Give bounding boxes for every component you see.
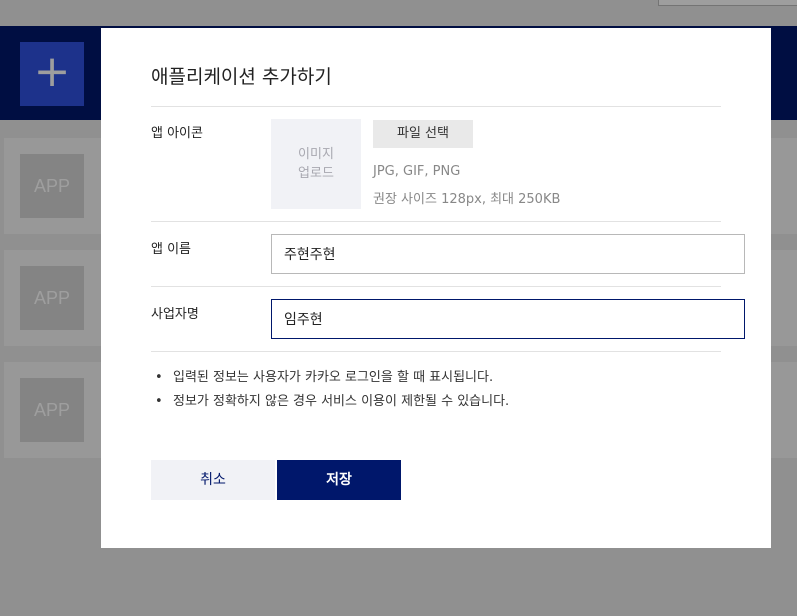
app-name-input[interactable]: [271, 234, 745, 274]
file-select-button[interactable]: 파일 선택: [373, 120, 473, 148]
notice-item: 정보가 정확하지 않은 경우 서비스 이용이 제한될 수 있습니다.: [151, 390, 509, 414]
notice-item: 입력된 정보는 사용자가 카카오 로그인을 할 때 표시됩니다.: [151, 366, 509, 390]
placeholder-line: 업로드: [298, 166, 334, 181]
divider: [151, 106, 721, 107]
add-application-dialog: 애플리케이션 추가하기 앱 아이콘 이미지 업로드 파일 선택 JPG, GIF…: [101, 28, 771, 548]
placeholder-line: 이미지: [298, 147, 334, 162]
app-name-label: 앱 이름: [151, 242, 192, 257]
app-icon-label: 앱 아이콘: [151, 126, 203, 141]
cancel-button[interactable]: 취소: [151, 460, 275, 500]
company-name-label: 사업자명: [151, 307, 199, 322]
icon-upload-placeholder[interactable]: 이미지 업로드: [271, 119, 361, 209]
size-hint: 권장 사이즈 128px, 최대 250KB: [373, 192, 561, 207]
divider: [151, 286, 721, 287]
notice-list: 입력된 정보는 사용자가 카카오 로그인을 할 때 표시됩니다. 정보가 정확하…: [151, 366, 509, 414]
divider: [151, 221, 721, 222]
save-button[interactable]: 저장: [277, 460, 401, 500]
divider: [151, 351, 721, 352]
dialog-title: 애플리케이션 추가하기: [151, 66, 332, 88]
company-name-input[interactable]: [271, 299, 745, 339]
format-hint: JPG, GIF, PNG: [373, 164, 461, 179]
